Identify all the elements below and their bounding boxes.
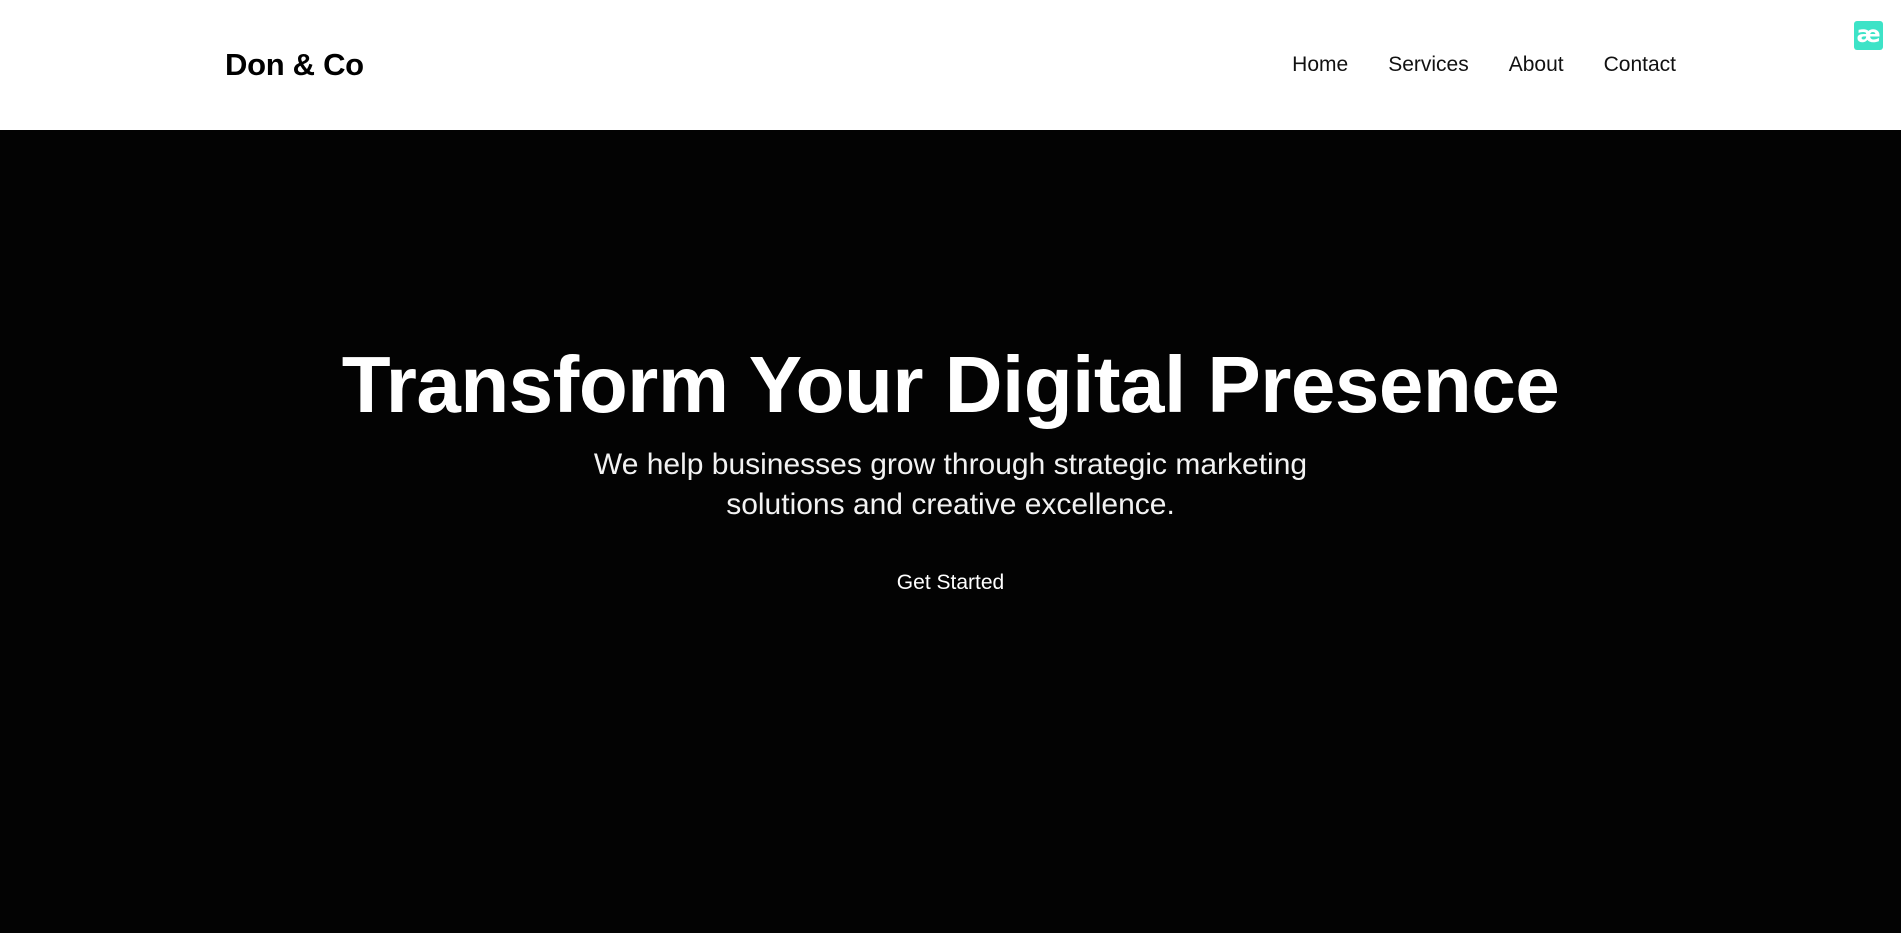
extension-ae-icon[interactable]: æ bbox=[1854, 21, 1883, 50]
nav-services-link[interactable]: Services bbox=[1388, 52, 1469, 78]
nav-home-link[interactable]: Home bbox=[1292, 52, 1348, 78]
hero-title: Transform Your Digital Presence bbox=[341, 340, 1560, 429]
brand-logo-text[interactable]: Don & Co bbox=[225, 46, 364, 84]
main-nav: Home Services About Contact bbox=[1292, 52, 1676, 78]
hero-subtitle: We help businesses grow through strategi… bbox=[593, 448, 1308, 521]
hero-section: Transform Your Digital Presence We help … bbox=[0, 130, 1901, 933]
get-started-button[interactable]: Get Started bbox=[885, 564, 1016, 602]
nav-contact-link[interactable]: Contact bbox=[1604, 52, 1676, 78]
nav-about-link[interactable]: About bbox=[1509, 52, 1564, 78]
site-header: Don & Co Home Services About Contact æ bbox=[0, 0, 1901, 130]
